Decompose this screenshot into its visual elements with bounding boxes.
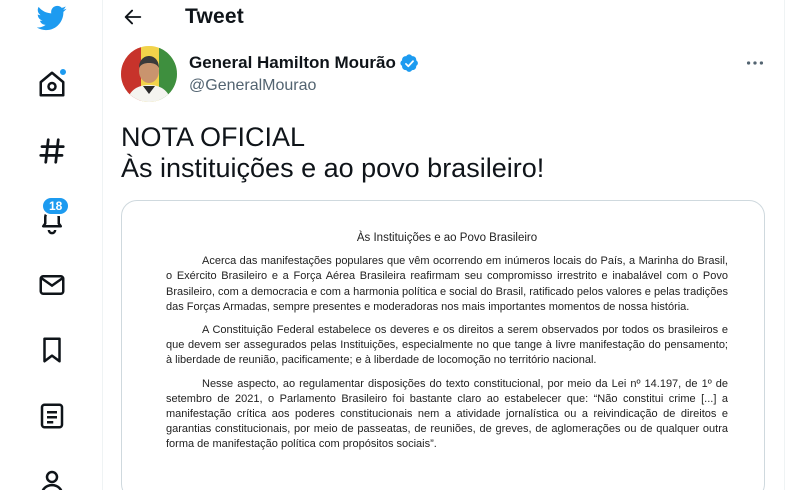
notifications-bell-icon[interactable]: 18 bbox=[28, 196, 76, 244]
explore-hashtag-icon[interactable] bbox=[28, 127, 76, 175]
tweet-text: NOTA OFICIAL Às instituições e ao povo b… bbox=[121, 122, 761, 184]
display-name-text: General Hamilton Mourão bbox=[189, 53, 396, 72]
author-handle[interactable]: @GeneralMourao bbox=[189, 77, 419, 95]
sidebar-nav: 18 bbox=[0, 0, 103, 490]
avatar[interactable] bbox=[121, 46, 177, 102]
notifications-badge: 18 bbox=[41, 196, 71, 216]
home-icon[interactable] bbox=[28, 60, 76, 108]
author-names: General Hamilton Mourão @GeneralMourao bbox=[189, 53, 419, 95]
page-header: Tweet bbox=[103, 0, 784, 34]
document-paragraph: Nesse aspecto, ao regulamentar disposiçõ… bbox=[166, 377, 728, 451]
profile-icon[interactable] bbox=[28, 458, 76, 490]
document-title: Às Instituições e ao Povo Brasileiro bbox=[356, 232, 538, 244]
tweet-author: General Hamilton Mourão @GeneralMourao bbox=[121, 46, 784, 106]
twitter-logo-icon[interactable] bbox=[28, 0, 76, 42]
back-arrow-icon[interactable] bbox=[113, 0, 153, 34]
new-content-dot bbox=[59, 68, 67, 76]
bookmarks-icon[interactable] bbox=[28, 326, 76, 374]
messages-envelope-icon[interactable] bbox=[28, 261, 76, 309]
tweet-text-line-1: NOTA OFICIAL bbox=[121, 122, 306, 152]
document-paragraph: A Constituição Federal estabelece os dev… bbox=[166, 324, 728, 367]
lists-icon[interactable] bbox=[28, 392, 76, 440]
tweet-text-line-2: Às instituições e ao povo brasileiro! bbox=[121, 153, 545, 183]
verified-badge-icon bbox=[400, 53, 419, 73]
document-image: Às Instituições e ao Povo Brasileiro Ace… bbox=[166, 231, 728, 461]
tweet-media-image[interactable]: Às Instituições e ao Povo Brasileiro Ace… bbox=[121, 200, 765, 490]
page-title: Tweet bbox=[185, 5, 244, 28]
tweet-detail-column: Tweet General Hamilton Mourão @GeneralMo… bbox=[103, 0, 785, 490]
more-options-icon[interactable] bbox=[738, 46, 772, 80]
author-display-name[interactable]: General Hamilton Mourão bbox=[189, 53, 419, 73]
document-paragraph: Acerca das manifestações populares que v… bbox=[166, 255, 728, 313]
